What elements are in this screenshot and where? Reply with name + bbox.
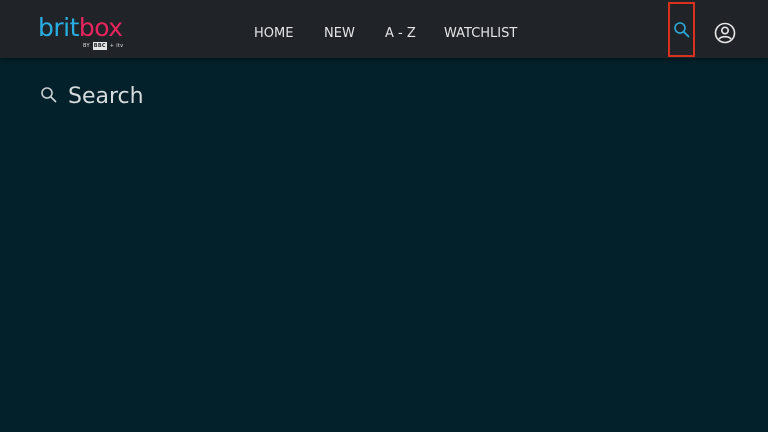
logo-bbc: BBC	[92, 42, 107, 50]
search-icon	[41, 87, 57, 103]
britbox-logo[interactable]: britbox BY BBC + itv	[38, 14, 130, 54]
logo-itv: itv	[116, 43, 124, 49]
logo-box: box	[78, 13, 123, 42]
top-navigation-bar: britbox BY BBC + itv HOME NEW A - Z WATC…	[0, 0, 768, 58]
nav-item-watchlist[interactable]: WATCHLIST	[444, 26, 517, 41]
account-button[interactable]	[714, 22, 736, 44]
logo-byline: BY BBC + itv	[83, 42, 123, 50]
logo-plus: +	[109, 43, 115, 49]
logo-by: BY	[83, 43, 90, 49]
nav-item-home[interactable]: HOME	[254, 26, 293, 41]
search-bar	[40, 80, 540, 112]
nav-item-new[interactable]: NEW	[324, 26, 355, 41]
nav-item-a-z[interactable]: A - Z	[385, 26, 416, 41]
search-button[interactable]	[668, 2, 695, 57]
logo-wordmark: britbox	[38, 14, 123, 42]
search-input[interactable]	[68, 80, 528, 112]
logo-brit: brit	[38, 13, 79, 42]
user-icon	[714, 22, 736, 44]
app-window: britbox BY BBC + itv HOME NEW A - Z WATC…	[0, 0, 768, 432]
search-icon	[673, 21, 689, 37]
